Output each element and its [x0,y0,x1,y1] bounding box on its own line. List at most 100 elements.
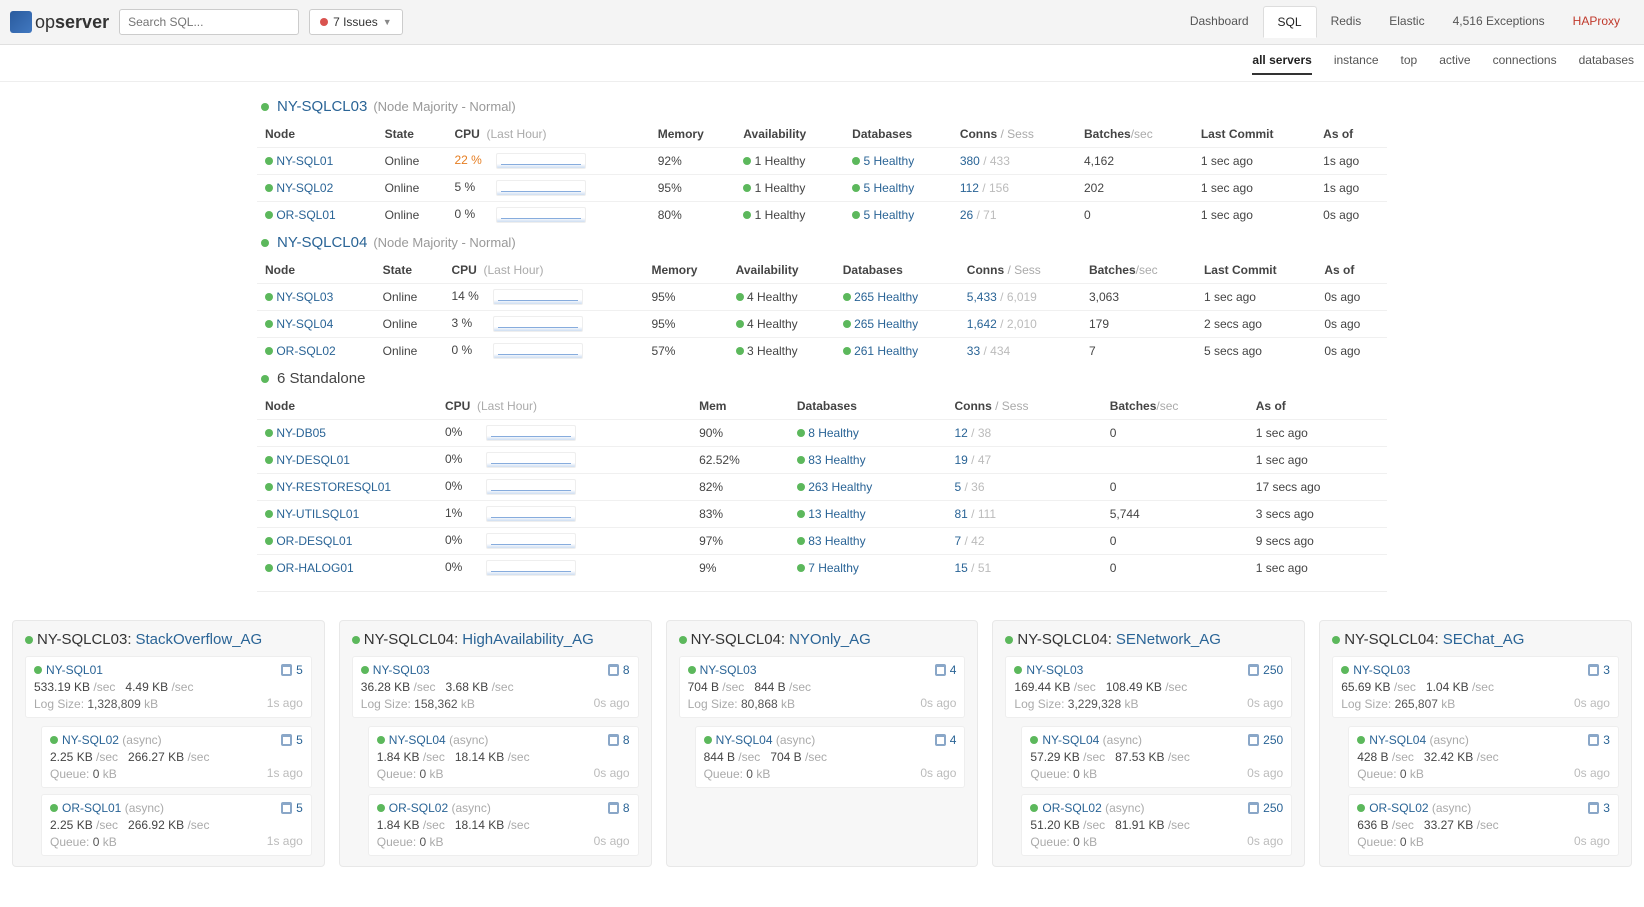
status-dot-icon [361,666,369,674]
subnav-instance[interactable]: instance [1334,53,1379,75]
database-icon [1588,734,1599,746]
node-row: NY-SQL04Online3 % 95% 4 Healthy 265 Heal… [257,311,1387,338]
replica-node-link[interactable]: OR-SQL01 [62,801,121,815]
subnav-active[interactable]: active [1439,53,1470,75]
conns-link[interactable]: 19 [954,453,967,467]
node-link[interactable]: OR-SQL01 [276,208,335,222]
nav-sql[interactable]: SQL [1263,6,1317,38]
db-count[interactable]: 8 [608,663,630,677]
subnav-top[interactable]: top [1401,53,1418,75]
replica-node-link[interactable]: NY-SQL04 [1369,733,1426,747]
db-count[interactable]: 250 [1248,663,1283,677]
nav--exceptions[interactable]: 4,516 Exceptions [1439,6,1559,38]
conns-link[interactable]: 112 [960,181,979,195]
ag-card: NY-SQLCL04: SENetwork_AG NY-SQL03 250169… [992,620,1305,867]
conns-link[interactable]: 7 [954,534,961,548]
db-count[interactable]: 5 [281,733,303,747]
status-dot-icon [704,736,712,744]
node-link[interactable]: NY-SQL02 [276,181,333,195]
db-count[interactable]: 3 [1588,663,1610,677]
subnav-all-servers[interactable]: all servers [1252,53,1311,75]
db-link[interactable]: 265 Healthy [854,317,918,331]
replica-node-link[interactable]: NY-SQL04 [716,733,773,747]
db-count[interactable]: 4 [935,663,957,677]
db-count[interactable]: 8 [608,733,630,747]
ag-link[interactable]: SEChat_AG [1443,631,1525,648]
node-link[interactable]: NY-SQL03 [276,290,333,304]
status-dot-icon [1332,636,1340,644]
status-dot-icon [265,293,273,301]
status-dot-icon [743,157,751,165]
db-count[interactable]: 250 [1248,733,1283,747]
db-link[interactable]: 261 Healthy [854,344,918,358]
db-count[interactable]: 3 [1588,733,1610,747]
node-link[interactable]: OR-SQL02 [276,344,335,358]
db-link[interactable]: 83 Healthy [808,534,865,548]
conns-link[interactable]: 5 [954,480,961,494]
db-link[interactable]: 263 Healthy [808,480,872,494]
db-count[interactable]: 8 [608,801,630,815]
nav-redis[interactable]: Redis [1317,6,1376,38]
node-link[interactable]: NY-SQL01 [276,154,333,168]
logo[interactable]: opserver [10,11,109,33]
replica-node-link[interactable]: OR-SQL02 [389,801,448,815]
nav-elastic[interactable]: Elastic [1375,6,1438,38]
nav-haproxy[interactable]: HAProxy [1559,6,1634,38]
subnav-connections[interactable]: connections [1493,53,1557,75]
db-count[interactable]: 250 [1248,801,1283,815]
db-link[interactable]: 13 Healthy [808,507,865,521]
conns-link[interactable]: 1,642 [967,317,997,331]
db-count[interactable]: 5 [281,663,303,677]
ag-link[interactable]: HighAvailability_AG [462,631,593,648]
database-icon [1248,734,1259,746]
db-link[interactable]: 8 Healthy [808,426,859,440]
node-link[interactable]: NY-DESQL01 [276,453,350,467]
node-link[interactable]: NY-DB05 [276,426,326,440]
nav-dashboard[interactable]: Dashboard [1176,6,1263,38]
primary-node-link[interactable]: NY-SQL03 [1353,663,1588,677]
conns-link[interactable]: 15 [954,561,967,575]
db-count[interactable]: 4 [935,733,957,747]
replica-node-link[interactable]: OR-SQL02 [1369,801,1428,815]
replica-node-link[interactable]: NY-SQL02 [62,733,119,747]
primary-node-link[interactable]: NY-SQL03 [373,663,608,677]
db-link[interactable]: 5 Healthy [864,181,915,195]
node-link[interactable]: NY-SQL04 [276,317,333,331]
ag-link[interactable]: NYOnly_AG [789,631,871,648]
db-link[interactable]: 7 Healthy [808,561,859,575]
replica-node-link[interactable]: NY-SQL04 [389,733,446,747]
db-count[interactable]: 5 [281,801,303,815]
conns-link[interactable]: 26 [960,208,973,222]
conns-link[interactable]: 81 [954,507,967,521]
node-link[interactable]: OR-DESQL01 [276,534,352,548]
ag-link[interactable]: SENetwork_AG [1116,631,1221,648]
db-link[interactable]: 83 Healthy [808,453,865,467]
conns-link[interactable]: 5,433 [967,290,997,304]
status-dot-icon [743,184,751,192]
node-link[interactable]: NY-UTILSQL01 [276,507,359,521]
search-input[interactable] [119,9,299,35]
db-link[interactable]: 265 Healthy [854,290,918,304]
db-count[interactable]: 3 [1588,801,1610,815]
primary-node-link[interactable]: NY-SQL01 [46,663,281,677]
db-link[interactable]: 5 Healthy [864,154,915,168]
node-row: OR-DESQL010% 97% 83 Healthy7 / 4209 secs… [257,528,1387,555]
subnav-databases[interactable]: databases [1579,53,1634,75]
ag-link[interactable]: StackOverflow_AG [136,631,263,648]
issues-button[interactable]: 7 Issues ▼ [309,9,403,35]
conns-link[interactable]: 33 [967,344,980,358]
primary-node-link[interactable]: NY-SQL03 [1026,663,1248,677]
conns-link[interactable]: 380 [960,154,980,168]
ag-replica: NY-SQL04 (async) 25057.29 KB /sec 87.53 … [1021,726,1292,788]
db-link[interactable]: 5 Healthy [864,208,915,222]
node-link[interactable]: OR-HALOG01 [276,561,353,575]
cluster-link[interactable]: NY-SQLCL04 [277,234,367,251]
node-link[interactable]: NY-RESTORESQL01 [276,480,391,494]
status-dot-icon [797,483,805,491]
status-dot-icon [743,211,751,219]
replica-node-link[interactable]: NY-SQL04 [1042,733,1099,747]
cluster-link[interactable]: NY-SQLCL03 [277,98,367,115]
replica-node-link[interactable]: OR-SQL02 [1042,801,1101,815]
primary-node-link[interactable]: NY-SQL03 [700,663,935,677]
conns-link[interactable]: 12 [954,426,967,440]
